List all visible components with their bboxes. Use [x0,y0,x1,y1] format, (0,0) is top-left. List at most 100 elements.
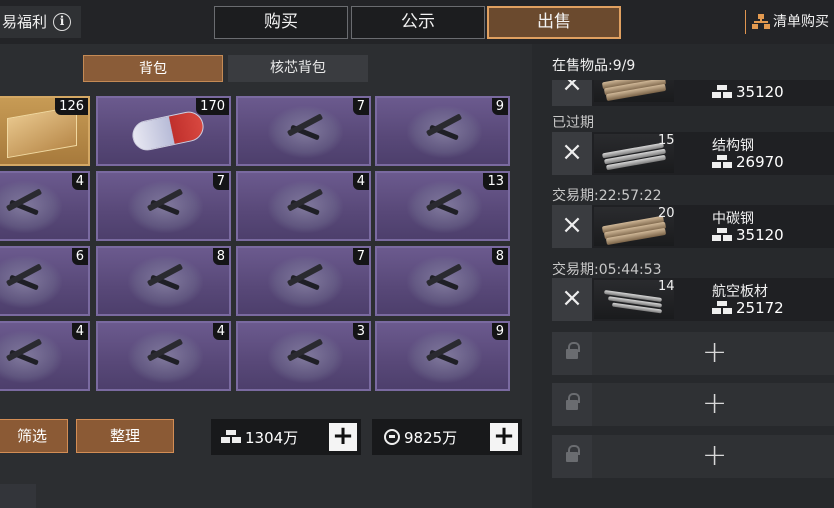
cancel-listing-button[interactable]: × [552,205,592,248]
inventory-cell[interactable]: 126 [0,96,90,166]
lock-icon [566,393,580,410]
inventory-cell[interactable]: 4 [0,321,90,391]
inventory-cell[interactable]: 8 [375,246,510,316]
inventory-cell[interactable]: 8 [96,246,231,316]
item-count: 4 [71,173,88,190]
lock-icon [566,342,580,359]
parts-bundle-icon [268,256,343,308]
item-count: 7 [352,248,369,265]
sale-status: 交易期:22:57:22 [552,188,662,204]
item-count: 13 [483,173,508,190]
parts-bundle-icon [407,331,482,383]
steel-rods-icon [594,80,674,102]
listing-quantity: 14 [658,279,675,294]
add-slot-icon[interactable]: + [702,336,727,370]
inventory-cell[interactable]: 6 [0,246,90,316]
listing-price-value: 25172 [736,299,784,317]
locked-sale-slot[interactable]: + [552,383,834,426]
listing-name: 结构钢 [712,138,754,154]
info-icon[interactable]: i [53,13,72,31]
item-count: 7 [212,173,229,190]
inventory-cell[interactable]: 7 [236,246,371,316]
locked-sale-slot[interactable]: + [552,332,834,375]
top-bar: 易福利 i 购买 公示 出售 清单购买 [0,0,834,44]
cancel-listing-button[interactable]: × [552,80,592,106]
listing-price: 25172 [712,299,784,317]
add-slot-icon[interactable]: + [702,387,727,421]
lock-box [552,435,592,478]
add-bars-button[interactable]: + [329,423,357,451]
lock-box [552,332,592,375]
parts-bundle-icon [407,256,482,308]
tab-sell[interactable]: 出售 [487,6,621,39]
parts-bundle-icon [268,106,343,158]
listing-price: 35120 [712,226,784,244]
tab-buy[interactable]: 购买 [214,6,348,39]
item-count: 4 [352,173,369,190]
list-purchase-label: 清单购买 [773,14,829,30]
inventory-cell[interactable]: 4 [0,171,90,241]
listing-name: 中碳钢 [712,211,754,227]
item-count: 126 [55,98,88,115]
listing-price: 35120 [712,83,784,101]
item-count: 170 [196,98,229,115]
sale-listing[interactable]: × 14 航空板材 25172 [552,278,834,321]
tab-backpack[interactable]: 背包 [83,55,223,82]
listing-price: 26970 [712,153,784,171]
inventory-cell[interactable]: 170 [96,96,231,166]
item-count: 7 [352,98,369,115]
item-count: 3 [352,323,369,340]
item-count: 9 [491,98,508,115]
inventory-cell[interactable]: 9 [375,321,510,391]
filter-button[interactable]: 筛选 [0,419,68,453]
inventory-cell[interactable]: 4 [236,171,371,241]
parts-bundle-icon [0,256,62,308]
parts-bundle-icon [128,181,203,233]
listing-quantity: 15 [658,133,675,148]
item-count: 9 [491,323,508,340]
add-coins-button[interactable]: + [490,423,518,451]
add-slot-icon[interactable]: + [702,439,727,473]
sale-listing[interactable]: × 35120 [552,80,834,106]
inventory-grid: 126 170 7 9 4 7 4 13 6 8 7 8 4 4 3 9 [0,96,520,396]
cancel-listing-button[interactable]: × [552,278,592,321]
sale-status: 已过期 [552,115,594,131]
cancel-listing-button[interactable]: × [552,132,592,175]
inventory-cell[interactable]: 7 [96,171,231,241]
gold-bars-icon [712,155,732,169]
gold-bars-icon [712,228,732,242]
corner-tab[interactable] [0,484,36,508]
listing-quantity: 20 [658,206,675,221]
gold-bars-icon [221,430,241,444]
list-purchase-button[interactable]: 清单购买 [745,10,834,34]
inventory-panel: 背包 核芯背包 126 170 7 9 4 7 4 13 6 8 7 8 4 4 3 9 筛选 整理 1304… [0,44,522,508]
page-title-container: 易福利 i [0,6,82,38]
locked-sale-slot[interactable]: + [552,435,834,478]
lock-box [552,383,592,426]
page-title: 易福利 [2,13,48,31]
sale-listing[interactable]: × 15 结构钢 26970 [552,132,834,175]
inventory-cell[interactable]: 13 [375,171,510,241]
tab-core-backpack[interactable]: 核芯背包 [228,55,368,82]
inventory-cell[interactable]: 9 [375,96,510,166]
parts-bundle-icon [268,331,343,383]
sort-button[interactable]: 整理 [76,419,174,453]
on-sale-count: 在售物品:9/9 [552,58,636,74]
gold-bars-icon [712,301,732,315]
gold-bars-icon [712,85,732,99]
parts-bundle-icon [268,181,343,233]
hierarchy-icon [752,14,770,30]
tab-announce[interactable]: 公示 [351,6,485,39]
inventory-cell[interactable]: 4 [96,321,231,391]
inventory-cell[interactable]: 3 [236,321,371,391]
listing-name: 航空板材 [712,284,768,300]
listing-price-value: 35120 [736,226,784,244]
item-count: 8 [491,248,508,265]
currency-coins: 9825万 + [372,419,522,455]
lock-icon [566,445,580,462]
item-count: 4 [71,323,88,340]
parts-bundle-icon [0,331,62,383]
sale-listing[interactable]: × 20 中碳钢 35120 [552,205,834,248]
inventory-cell[interactable]: 7 [236,96,371,166]
item-count: 8 [212,248,229,265]
